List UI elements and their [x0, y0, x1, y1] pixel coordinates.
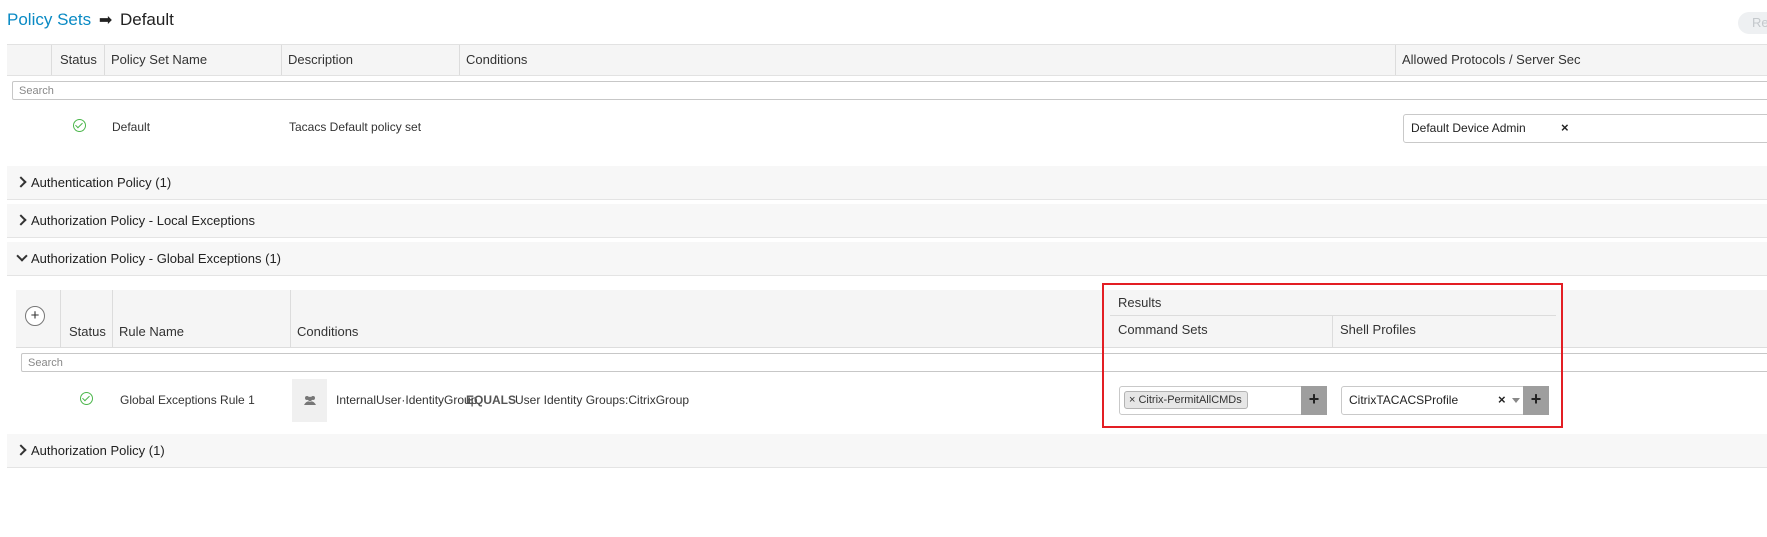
rule-row[interactable]: Global Exceptions Rule 1 InternalUser·Id…	[16, 379, 1092, 422]
policy-sets-link[interactable]: Policy Sets	[7, 10, 91, 29]
identity-group-icon	[292, 379, 327, 422]
status-column-header[interactable]: Status	[60, 45, 97, 75]
section-global-exceptions[interactable]: Authorization Policy - Global Exceptions…	[7, 242, 1767, 276]
section-label: Authentication Policy (1)	[31, 175, 172, 190]
policy-set-row[interactable]: Default Tacacs Default policy set Defaul…	[7, 107, 1767, 149]
rule-name-column-header[interactable]: Rule Name	[119, 317, 184, 347]
policy-set-name-column-header[interactable]: Policy Set Name	[111, 45, 207, 75]
allowed-protocols-column-header[interactable]: Allowed Protocols / Server Sec	[1402, 45, 1580, 75]
condition-value: User Identity Groups:CitrixGroup	[515, 393, 690, 407]
allowed-protocols-select[interactable]: Default Device Admin ×	[1403, 114, 1767, 143]
add-rule-button[interactable]: +	[25, 306, 45, 326]
description-column-header[interactable]: Description	[288, 45, 353, 75]
clear-icon[interactable]: ×	[1561, 120, 1569, 135]
breadcrumb: Policy Sets ➡ Default	[7, 10, 174, 30]
chevron-right-icon	[15, 176, 27, 188]
condition-attribute: InternalUser·IdentityGroup	[336, 393, 478, 407]
section-local-exceptions[interactable]: Authorization Policy - Local Exceptions	[7, 204, 1767, 238]
page-title: Default	[119, 10, 174, 29]
section-label: Authorization Policy - Global Exceptions…	[31, 251, 282, 266]
chevron-right-icon	[15, 444, 27, 456]
policy-set-description: Tacacs Default policy set	[289, 120, 422, 134]
policy-set-table-header: Status Policy Set Name Description Condi…	[7, 44, 1767, 76]
conditions-column-header[interactable]: Conditions	[466, 45, 527, 75]
status-ok-icon	[80, 392, 93, 405]
policy-set-name: Default	[112, 120, 151, 134]
rule-name: Global Exceptions Rule 1	[120, 393, 255, 407]
chevron-down-icon	[16, 250, 28, 262]
policy-set-search-input[interactable]: Search	[12, 81, 1767, 100]
condition-operator: EQUALS	[466, 393, 517, 407]
conditions-column-header[interactable]: Conditions	[297, 317, 358, 347]
arrow-right-icon: ➡	[98, 12, 113, 29]
status-ok-icon	[73, 119, 86, 132]
section-authorization-policy[interactable]: Authorization Policy (1)	[7, 434, 1767, 468]
results-highlight-box	[1102, 283, 1563, 428]
status-column-header[interactable]: Status	[69, 317, 106, 347]
section-label: Authorization Policy - Local Exceptions	[31, 213, 256, 228]
chevron-right-icon	[15, 214, 27, 226]
section-label: Authorization Policy (1)	[31, 443, 165, 458]
allowed-protocols-value: Default Device Admin	[1411, 121, 1526, 135]
section-authentication-policy[interactable]: Authentication Policy (1)	[7, 166, 1767, 200]
reset-button[interactable]: Re	[1738, 12, 1767, 34]
